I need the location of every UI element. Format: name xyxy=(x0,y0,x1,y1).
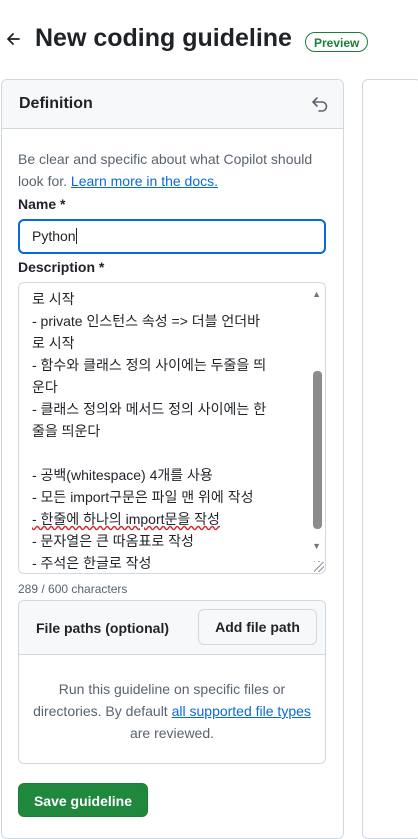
file-paths-section: File paths (optional) Add file path Run … xyxy=(18,600,326,764)
character-count: 289 / 600 characters xyxy=(18,582,128,596)
add-file-path-button[interactable]: Add file path xyxy=(198,609,317,645)
description-line: - 클래스 정의와 메서드 정의 사이에는 한 xyxy=(32,401,267,417)
description-line: 줄을 띄운다 xyxy=(32,423,101,439)
scroll-up-arrow-icon[interactable]: ▲ xyxy=(312,289,321,299)
learn-more-link[interactable]: Learn more in the docs. xyxy=(71,173,218,189)
definition-intro: Be clear and specific about what Copilot… xyxy=(18,148,318,192)
back-arrow-icon[interactable] xyxy=(6,28,24,50)
definition-header: Definition xyxy=(2,80,343,129)
description-line: 운다 xyxy=(32,379,58,395)
description-line: - 문자열은 큰 따옴표로 작성 xyxy=(32,533,194,549)
preview-badge: Preview xyxy=(305,32,369,52)
description-line xyxy=(32,442,302,464)
name-label: Name * xyxy=(18,196,66,212)
scroll-down-arrow-icon[interactable]: ▼ xyxy=(312,541,321,551)
description-line: 로 시작 xyxy=(32,291,75,307)
description-line: - 공백(whitespace) 4개를 사용 xyxy=(32,467,213,483)
description-line: - 주석은 한글로 작성 xyxy=(32,555,152,571)
file-paths-header: File paths (optional) Add file path xyxy=(19,601,325,655)
definition-title: Definition xyxy=(19,95,93,112)
description-line: - 함수와 클래스 정의 사이에는 두줄을 띄 xyxy=(32,357,267,373)
description-text: 로 시작 - private 인스턴스 속성 => 더블 언더바 로 시작 - … xyxy=(32,288,302,573)
description-textarea[interactable]: 로 시작 - private 인스턴스 속성 => 더블 언더바 로 시작 - … xyxy=(18,282,326,574)
text-caret xyxy=(75,228,77,244)
name-value: Python xyxy=(32,228,76,244)
preview-panel xyxy=(362,79,418,839)
file-paths-description: Run this guideline on specific files or … xyxy=(33,678,311,744)
resize-handle-icon[interactable] xyxy=(314,561,324,572)
undo-icon[interactable] xyxy=(310,94,330,114)
file-paths-title: File paths (optional) xyxy=(36,620,169,636)
name-input[interactable]: Python xyxy=(18,219,326,254)
scrollbar-thumb[interactable] xyxy=(313,371,322,529)
supported-file-types-link[interactable]: all supported file types xyxy=(172,703,311,719)
description-line: - 모든 import구문은 파일 맨 위에 작성 xyxy=(32,489,254,505)
description-line: 로 시작 xyxy=(32,335,75,351)
save-guideline-button[interactable]: Save guideline xyxy=(18,783,148,817)
description-line: - 한줄에 하나의 import문을 작성 xyxy=(32,511,220,527)
description-label: Description * xyxy=(18,259,105,275)
page-header: New coding guideline Preview xyxy=(0,20,418,64)
file-paths-text-end: are reviewed. xyxy=(129,725,215,741)
page-title: New coding guideline xyxy=(35,24,292,52)
description-line: - private 인스턴스 속성 => 더블 언더바 xyxy=(32,313,261,329)
